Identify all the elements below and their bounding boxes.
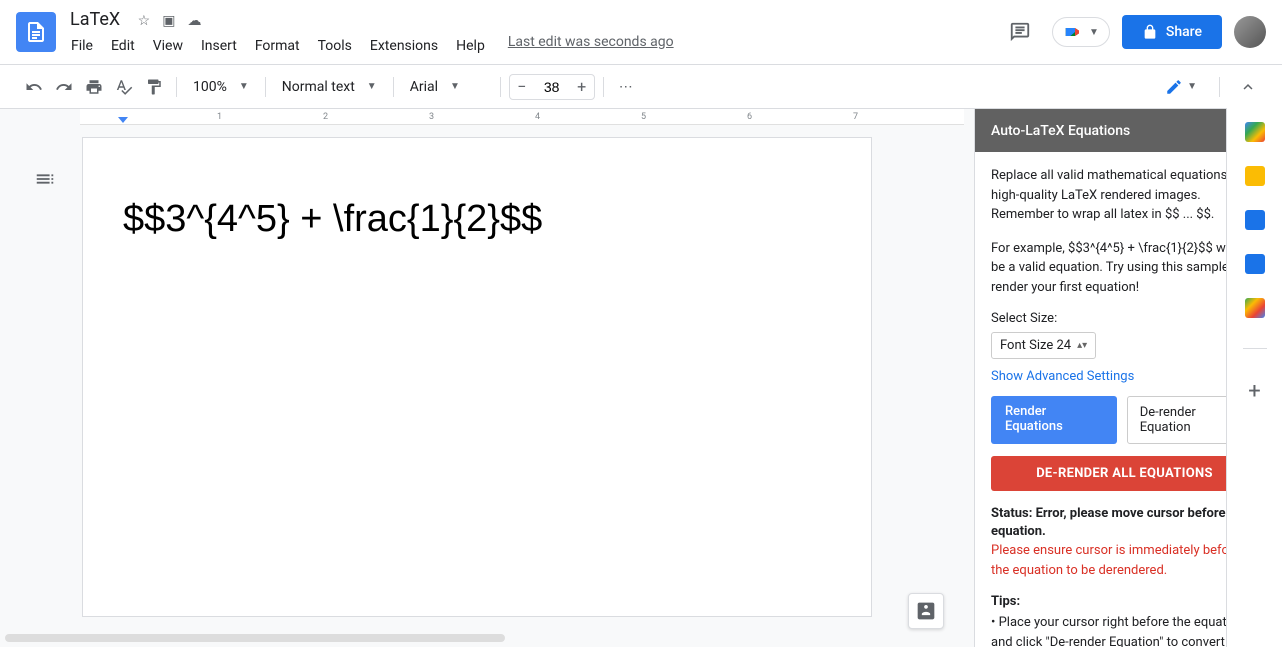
contacts-app-icon[interactable] (1245, 254, 1265, 274)
menu-insert[interactable]: Insert (194, 34, 244, 58)
font-size-increase[interactable]: + (570, 75, 594, 99)
addon-example-text: For example, $$3^{4^5} + \frac{1}{2}$$ w… (991, 239, 1258, 298)
menu-help[interactable]: Help (449, 34, 492, 58)
header: LaTeX ☆ ▣ ☁ File Edit View Insert Format… (0, 0, 1282, 64)
keep-app-icon[interactable] (1245, 166, 1265, 186)
redo-icon[interactable] (50, 73, 78, 101)
add-addon-icon[interactable]: + (1248, 379, 1260, 404)
spellcheck-icon[interactable] (110, 73, 138, 101)
side-panel: + (1226, 108, 1282, 647)
meet-button[interactable]: ▼ (1052, 17, 1110, 47)
docs-app-icon[interactable] (16, 12, 56, 52)
editing-mode-button[interactable]: ▼ (1157, 74, 1205, 100)
menu-extensions[interactable]: Extensions (363, 34, 445, 58)
menu-bar: File Edit View Insert Format Tools Exten… (64, 34, 674, 58)
font-select[interactable]: Arial▼ (402, 75, 492, 99)
indent-marker-icon[interactable] (118, 117, 128, 123)
font-size-decrease[interactable]: − (510, 75, 534, 99)
document-title[interactable]: LaTeX (64, 7, 126, 32)
error-message: Please ensure cursor is immediately befo… (991, 541, 1258, 580)
status-text: Status: Error, please move cursor before… (991, 505, 1258, 541)
star-icon[interactable]: ☆ (138, 13, 151, 29)
menu-format[interactable]: Format (248, 34, 307, 58)
menu-tools[interactable]: Tools (311, 34, 359, 58)
ruler-mark: 2 (323, 112, 328, 122)
maps-app-icon[interactable] (1245, 298, 1265, 318)
hide-menus-icon[interactable] (1234, 73, 1262, 101)
style-select[interactable]: Normal text▼ (274, 75, 385, 99)
ruler-mark: 5 (641, 112, 646, 122)
undo-icon[interactable] (20, 73, 48, 101)
paint-format-icon[interactable] (140, 73, 168, 101)
font-size-control: − + (509, 74, 595, 100)
menu-view[interactable]: View (146, 34, 190, 58)
derender-all-button[interactable]: DE-RENDER ALL EQUATIONS (991, 456, 1258, 491)
share-label: Share (1166, 24, 1202, 40)
last-edit-link[interactable]: Last edit was seconds ago (508, 34, 674, 58)
comments-icon[interactable] (1000, 12, 1040, 52)
ruler-mark: 1 (217, 112, 222, 122)
ruler-mark: 3 (429, 112, 434, 122)
font-size-selector[interactable]: Font Size 24▴▾ (991, 332, 1096, 359)
addon-intro-text: Replace all valid mathematical equations… (991, 166, 1258, 225)
select-size-label: Select Size: (991, 311, 1258, 326)
ruler-mark: 7 (853, 112, 858, 122)
horizontal-scrollbar[interactable] (5, 634, 505, 642)
addon-title: Auto-LaTeX Equations (991, 123, 1130, 139)
tip-item: • Place your cursor right before the equ… (991, 613, 1258, 647)
menu-file[interactable]: File (64, 34, 100, 58)
advanced-settings-link[interactable]: Show Advanced Settings (991, 369, 1134, 384)
document-area: 1 2 3 4 5 6 7 $$3^{4^5} + \frac{1}{2}$$ (0, 109, 974, 647)
ruler-mark: 4 (535, 112, 540, 122)
menu-edit[interactable]: Edit (104, 34, 142, 58)
zoom-select[interactable]: 100%▼ (185, 75, 257, 99)
cloud-status-icon[interactable]: ☁ (187, 13, 201, 29)
user-avatar[interactable] (1234, 16, 1266, 48)
horizontal-ruler[interactable]: 1 2 3 4 5 6 7 (80, 109, 964, 125)
tasks-app-icon[interactable] (1245, 210, 1265, 230)
document-content[interactable]: $$3^{4^5} + \frac{1}{2}$$ (123, 198, 831, 241)
print-icon[interactable] (80, 73, 108, 101)
render-equations-button[interactable]: Render Equations (991, 396, 1117, 444)
toolbar: 100%▼ Normal text▼ Arial▼ − + ⋯ ▼ (0, 65, 1282, 109)
tips-heading: Tips: (991, 594, 1258, 609)
document-page[interactable]: $$3^{4^5} + \frac{1}{2}$$ (82, 137, 872, 617)
explore-button[interactable] (908, 593, 944, 629)
calendar-app-icon[interactable] (1245, 122, 1265, 142)
font-size-input[interactable] (534, 79, 570, 95)
ruler-mark: 6 (747, 112, 752, 122)
move-icon[interactable]: ▣ (162, 13, 175, 29)
document-outline-icon[interactable] (30, 164, 60, 194)
more-icon[interactable]: ⋯ (612, 73, 640, 101)
share-button[interactable]: Share (1122, 15, 1222, 49)
